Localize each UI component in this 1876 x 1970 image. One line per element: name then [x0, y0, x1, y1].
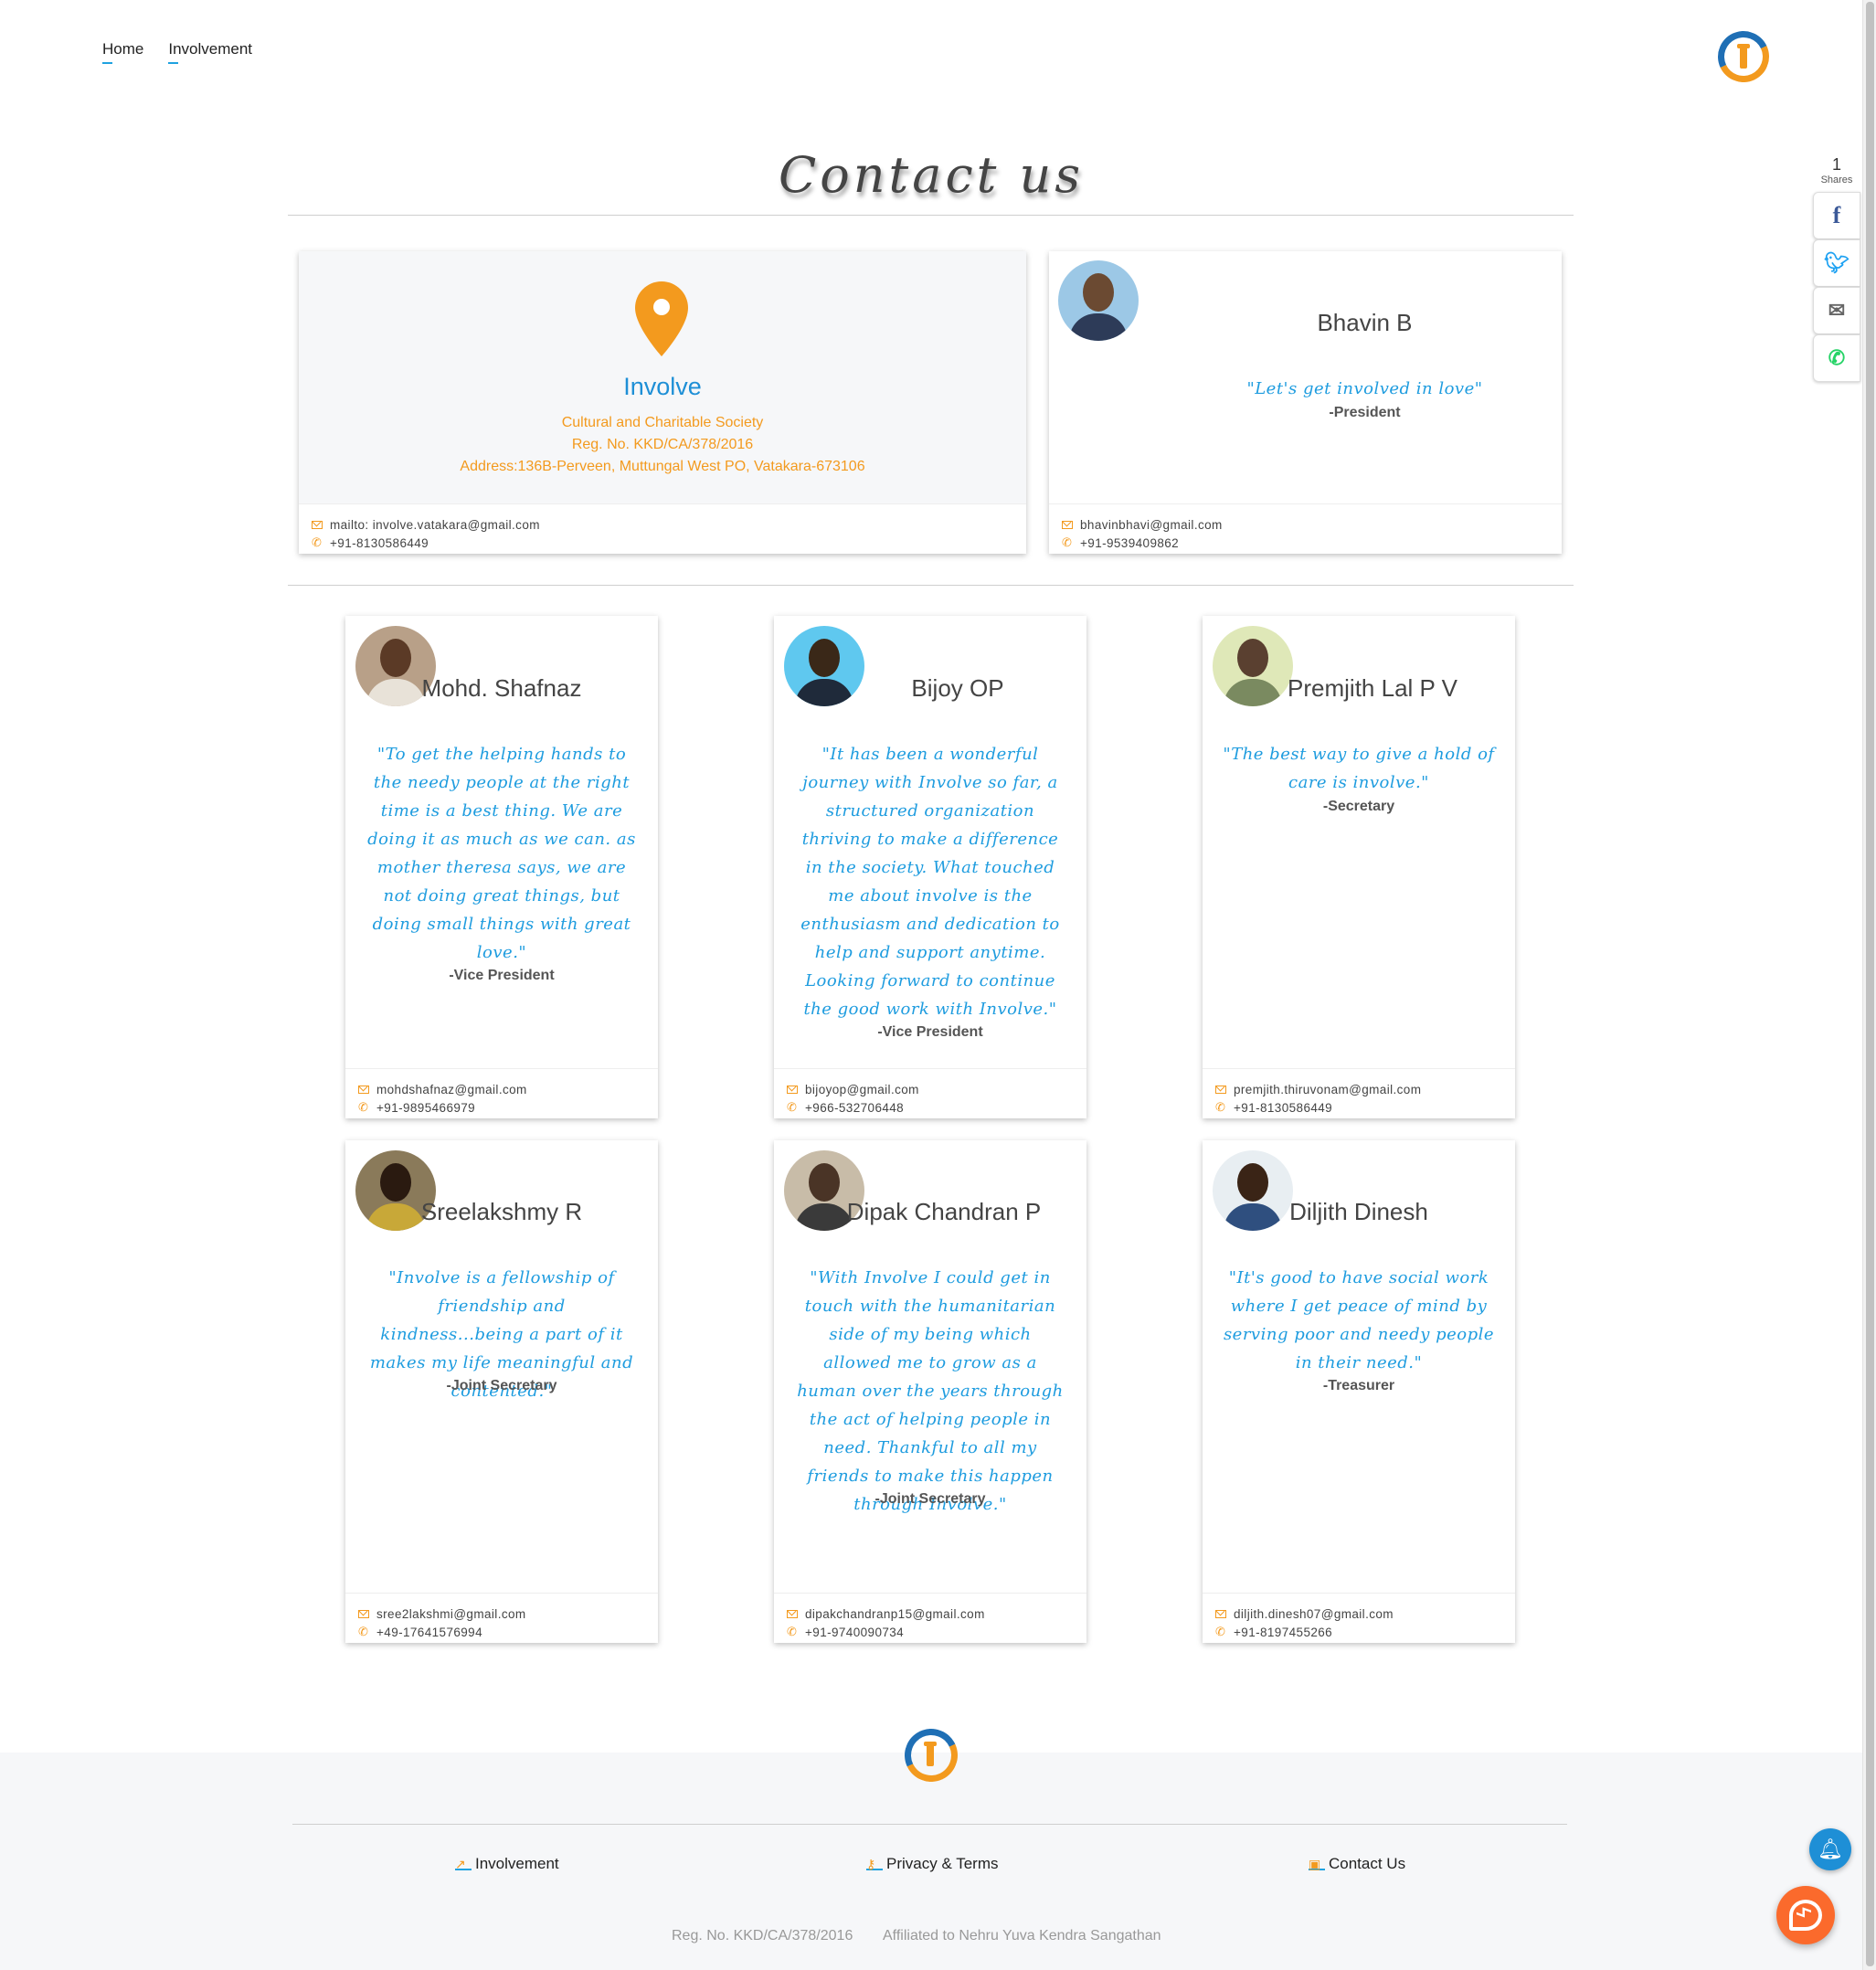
- twitter-share-button[interactable]: 🐦︎: [1813, 239, 1860, 287]
- member-phone[interactable]: +966-532706448: [805, 1101, 904, 1115]
- member-email[interactable]: dipakchandranp15@gmail.com: [805, 1607, 985, 1621]
- share-count: 1 Shares: [1813, 155, 1860, 185]
- member-phone[interactable]: +91-8197455266: [1234, 1626, 1332, 1639]
- phone-icon: ✆: [358, 1100, 369, 1114]
- mail-icon: [1062, 520, 1073, 529]
- member-phone[interactable]: +91-8130586449: [1234, 1101, 1332, 1115]
- president-email[interactable]: bhavinbhavi@gmail.com: [1080, 518, 1223, 532]
- mail-icon: [358, 1085, 369, 1094]
- member-name: Sreelakshmy R: [420, 1198, 583, 1225]
- org-name: Involve: [623, 373, 702, 400]
- org-email[interactable]: mailto: involve.vatakara@gmail.com: [330, 518, 540, 532]
- member-role: -Secretary: [1322, 799, 1395, 814]
- member-role: -Treasurer: [1322, 1378, 1395, 1393]
- mail-icon: [1215, 1609, 1226, 1618]
- member-email[interactable]: premjith.thiruvonam@gmail.com: [1234, 1083, 1421, 1096]
- footer-affiliation: Affiliated to Nehru Yuva Kendra Sangatha…: [883, 1928, 1161, 1944]
- member-quote: "To get the helping hands to the needy p…: [367, 745, 636, 962]
- page-title: Contact us: [778, 146, 1085, 204]
- share-count-number: 1: [1831, 155, 1841, 174]
- footer-involvement-link[interactable]: ↗ Involvement: [455, 1855, 559, 1873]
- member-phone[interactable]: +91-9895466979: [376, 1101, 475, 1115]
- site-logo[interactable]: [1711, 24, 1776, 90]
- member-name: Premjith Lal P V: [1288, 674, 1457, 702]
- member-quote: "Let's get involved in love": [1246, 379, 1483, 398]
- mail-icon: [1215, 1085, 1226, 1094]
- contact-icon: ▣: [1309, 1858, 1325, 1870]
- whatsapp-share-button[interactable]: ✆: [1813, 334, 1860, 382]
- facebook-share-button[interactable]: f: [1813, 192, 1860, 239]
- member-name: Mohd. Shafnaz: [421, 674, 582, 702]
- share-count-label: Shares: [1820, 175, 1853, 185]
- scrollbar[interactable]: [1862, 0, 1876, 1970]
- trend-icon: ↗: [455, 1858, 472, 1870]
- org-address: Address:136B-Perveen, Muttungal West PO,…: [460, 459, 865, 474]
- mail-icon: [358, 1609, 369, 1618]
- whatsapp-icon: ✆: [1828, 346, 1846, 369]
- divider: [288, 585, 1574, 586]
- divider: [288, 215, 1574, 216]
- org-description: Cultural and Charitable Society: [561, 415, 764, 430]
- twitter-icon: 🐦︎: [1824, 251, 1850, 274]
- facebook-icon: f: [1832, 202, 1841, 228]
- location-pin-icon: [635, 281, 688, 356]
- footer-privacy-link[interactable]: ⚷ Privacy & Terms: [866, 1855, 999, 1873]
- key-icon: ⚷: [866, 1858, 883, 1870]
- member-email[interactable]: sree2lakshmi@gmail.com: [376, 1607, 526, 1621]
- org-phone[interactable]: +91-8130586449: [330, 536, 429, 550]
- phone-icon: ✆: [1215, 1100, 1226, 1114]
- phone-icon: ✆: [1215, 1625, 1226, 1638]
- member-quote: "It has been a wonderful journey with In…: [800, 745, 1060, 1019]
- phone-icon: ✆: [787, 1100, 798, 1114]
- member-name: Bijoy OP: [911, 674, 1004, 702]
- email-share-button[interactable]: ✉: [1813, 287, 1860, 334]
- scrollbar-thumb[interactable]: [1866, 2, 1874, 1966]
- email-icon: ✉: [1828, 299, 1846, 322]
- top-nav: Home Involvement: [102, 40, 252, 64]
- member-role: -Vice President: [449, 968, 555, 983]
- messenger-icon: [1789, 1900, 1822, 1931]
- phone-icon: ✆: [787, 1625, 798, 1638]
- member-phone[interactable]: +49-17641576994: [376, 1626, 482, 1639]
- footer-logo[interactable]: [896, 1721, 966, 1790]
- member-quote: "With Involve I could get in touch with …: [797, 1268, 1064, 1514]
- nav-home-link[interactable]: Home: [102, 40, 143, 64]
- nav-involvement-link[interactable]: Involvement: [168, 40, 252, 64]
- phone-icon: ✆: [312, 535, 323, 549]
- member-name: Dipak Chandran P: [846, 1198, 1042, 1225]
- member-phone[interactable]: +91-9740090734: [805, 1626, 904, 1639]
- mail-icon: [787, 1085, 798, 1094]
- member-email[interactable]: mohdshafnaz@gmail.com: [376, 1083, 527, 1096]
- member-role: -Vice President: [877, 1024, 983, 1040]
- member-name: Bhavin B: [1317, 309, 1413, 336]
- phone-icon: ✆: [358, 1625, 369, 1638]
- member-name: Diljith Dinesh: [1289, 1198, 1428, 1225]
- notification-bell-button[interactable]: 🔔︎: [1809, 1828, 1851, 1870]
- member-email[interactable]: diljith.dinesh07@gmail.com: [1234, 1607, 1394, 1621]
- mail-icon: [787, 1609, 798, 1618]
- mail-icon: [312, 520, 323, 529]
- member-role: -Joint Secretary: [446, 1378, 557, 1393]
- member-quote: "It's good to have social work where I g…: [1223, 1268, 1495, 1372]
- member-quote: "The best way to give a hold of care is …: [1223, 745, 1495, 792]
- member-role: -President: [1329, 405, 1401, 420]
- member-role: -Joint Secretary: [874, 1491, 986, 1507]
- footer-divider: [292, 1824, 1567, 1825]
- footer-registration: Reg. No. KKD/CA/378/2016: [672, 1928, 853, 1944]
- phone-icon: ✆: [1062, 535, 1073, 549]
- president-phone[interactable]: +91-9539409862: [1080, 536, 1179, 550]
- messenger-chat-button[interactable]: [1776, 1886, 1835, 1944]
- bell-icon: 🔔︎: [1818, 1838, 1843, 1860]
- member-email[interactable]: bijoyop@gmail.com: [805, 1083, 919, 1096]
- org-registration: Reg. No. KKD/CA/378/2016: [571, 437, 754, 452]
- footer-contact-link[interactable]: ▣ Contact Us: [1309, 1855, 1405, 1873]
